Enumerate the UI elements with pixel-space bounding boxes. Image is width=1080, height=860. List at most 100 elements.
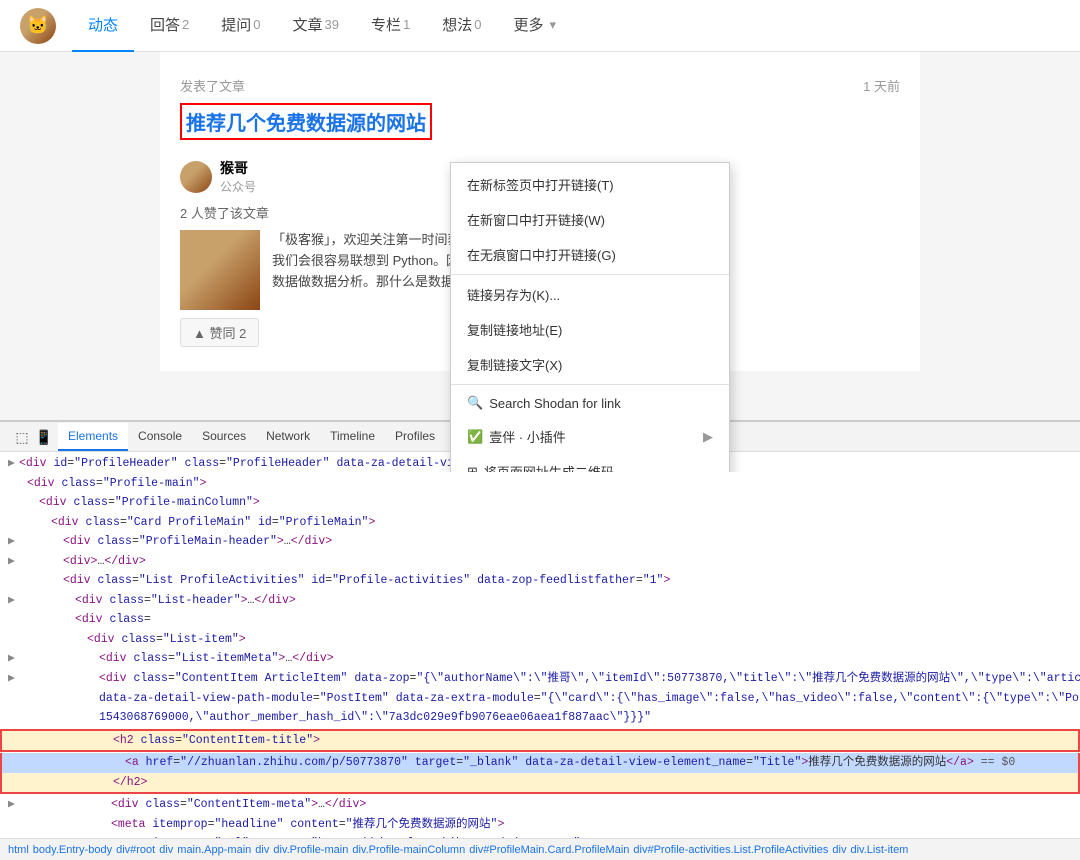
devtools-breadcrumb: html body.Entry-body div#root div main.A… [0,838,1080,860]
breadcrumb-activities[interactable]: div#Profile-activities.List.ProfileActiv… [633,844,828,856]
nav-tabs-container: 动态 回答 2 提问 0 文章 39 专栏 1 想法 0 更多 ▾ [72,0,572,52]
nav-tab-column[interactable]: 专栏 1 [355,0,426,52]
top-navigation: 🐱 动态 回答 2 提问 0 文章 39 专栏 1 想法 0 更多 ▾ [0,0,1080,52]
article-action-label: 发表了文章 [180,76,245,95]
devtools-panel: ⬚ 📱 Elements Console Sources Network Tim… [0,420,1080,860]
code-line: ▶ <div class= [0,610,1080,630]
nav-tab-label: 想法 [442,14,472,35]
devtools-code-view: ▶ <div id="ProfileHeader" class="Profile… [0,452,1080,838]
nav-tab-badge: 39 [325,17,339,32]
nav-tab-thought[interactable]: 想法 0 [426,0,497,52]
vote-button[interactable]: ▲ 赞同 2 [180,318,259,347]
context-menu-item-new-tab[interactable]: 在新标签页中打开链接(T) [451,167,729,202]
code-arrow[interactable]: ▶ [8,649,15,669]
code-line: ▶ <div class="Card ProfileMain" id="Prof… [0,513,1080,533]
selected-code-line-h2-open: ▶ <h2 class="ContentItem-title"> [0,729,1080,753]
article-thumbnail [180,230,260,310]
breadcrumb-profile-main-col[interactable]: div.Profile-mainColumn [352,844,465,856]
code-arrow[interactable]: ▶ [8,532,15,552]
code-arrow[interactable]: ▶ [8,795,15,815]
devtools-tab-elements[interactable]: Elements [58,423,128,451]
nav-tab-badge: 0 [253,17,260,32]
breadcrumb-html[interactable]: html [8,844,29,856]
nav-tab-badge: 0 [474,17,481,32]
user-avatar[interactable]: 🐱 [20,8,56,44]
nav-tab-article[interactable]: 文章 39 [277,0,355,52]
vote-label: ▲ 赞同 2 [193,323,246,342]
code-line: ▶ <div class="ProfileMain-header">…</div… [0,532,1080,552]
context-menu-divider-2 [451,384,729,385]
author-type: 公众号 [220,178,256,195]
selected-code-line-anchor: ▶ <a href="//zhuanlan.zhihu.com/p/507738… [0,753,1080,773]
nav-tab-badge: 1 [403,17,410,32]
breadcrumb-profile-card[interactable]: div#ProfileMain.Card.ProfileMain [469,844,629,856]
author-name: 猴哥 [220,158,256,178]
code-arrow[interactable]: ▶ [8,669,15,689]
code-line: ▶ <div class="List-header">…</div> [0,591,1080,611]
code-arrow[interactable]: ▶ [8,591,15,611]
code-line: ▶ <div class="List-item"> [0,630,1080,650]
context-menu-item-shodan[interactable]: 🔍 Search Shodan for link [451,387,729,419]
context-menu: 在新标签页中打开链接(T) 在新窗口中打开链接(W) 在无痕窗口中打开链接(G)… [450,162,730,472]
article-title-link[interactable]: 推荐几个免费数据源的网站 [180,103,432,140]
nav-tab-label: 提问 [221,14,251,35]
devtools-tab-profiles[interactable]: Profiles [385,423,445,451]
article-time-ago: 1 天前 [863,76,900,95]
context-menu-item-plugin[interactable]: ✅ 壹伴 · 小插件 ▶ [451,419,729,454]
submenu-arrow-icon: ▶ [703,429,713,445]
nav-tab-label: 文章 [293,14,323,35]
code-line: ▶ <div class="ContentItem ArticleItem" d… [0,669,1080,689]
context-menu-item-copy-text[interactable]: 复制链接文字(X) [451,347,729,382]
breadcrumb-div3[interactable]: div [832,844,846,856]
context-menu-item-qrcode[interactable]: ⊞ 将页面网址生成二维码 [451,454,729,472]
breadcrumb-body[interactable]: body.Entry-body [33,844,112,856]
device-mode-button[interactable]: 📱 [34,427,54,447]
devtools-tab-network[interactable]: Network [256,423,320,451]
code-line: ▶ <div class="Profile-mainColumn"> [0,493,1080,513]
breadcrumb-div1[interactable]: div [159,844,173,856]
devtools-tab-console[interactable]: Console [128,423,192,451]
nav-tab-badge: 2 [182,17,189,32]
context-menu-item-new-window[interactable]: 在新窗口中打开链接(W) [451,202,729,237]
chevron-down-icon: ▾ [550,17,557,33]
cursor-tool-button[interactable]: ⬚ [12,427,32,447]
code-line: ▶ data-za-detail-view-path-module="PostI… [0,689,1080,709]
article-title-container: 推荐几个免费数据源的网站 [180,103,900,150]
devtools-toolbar-icons: ⬚ 📱 [8,423,58,451]
devtools-tab-timeline[interactable]: Timeline [320,423,385,451]
nav-tab-label: 回答 [150,14,180,35]
breadcrumb-profile-main[interactable]: div.Profile-main [273,844,348,856]
shodan-icon: 🔍 [467,395,483,411]
code-line: ▶ <meta itemprop="headline" content="推荐几… [0,815,1080,835]
nav-tab-label: 更多 [514,14,544,35]
nav-tab-dongtai[interactable]: 动态 [72,0,134,52]
code-line: ▶ <div class="List-itemMeta">…</div> [0,649,1080,669]
context-menu-item-copy-link[interactable]: 复制链接地址(E) [451,312,729,347]
breadcrumb-list-item[interactable]: div.List-item [850,844,908,856]
breadcrumb-main[interactable]: main.App-main [177,844,251,856]
code-line: ▶ <div class="Profile-main"> [0,474,1080,494]
code-line: ▶ <div class="List ProfileActivities" id… [0,571,1080,591]
plugin-icon: ✅ [467,429,483,445]
breadcrumb-div2[interactable]: div [255,844,269,856]
article-meta-top: 发表了文章 1 天前 [180,76,900,95]
nav-tab-more[interactable]: 更多 ▾ [498,0,573,52]
nav-tab-twen[interactable]: 提问 0 [205,0,276,52]
page-content-area: 发表了文章 1 天前 推荐几个免费数据源的网站 猴哥 公众号 2 人赞了该文章 … [0,52,1080,472]
code-line: ▶ <div>…</div> [0,552,1080,572]
author-info: 猴哥 公众号 [220,158,256,195]
devtools-tab-sources[interactable]: Sources [192,423,256,451]
code-line: ▶ 1543068769000,\"author_member_hash_id\… [0,708,1080,728]
context-menu-item-incognito[interactable]: 在无痕窗口中打开链接(G) [451,237,729,272]
selected-code-line-h2-close: ▶ </h2> [0,773,1080,795]
context-menu-item-save-link[interactable]: 链接另存为(K)... [451,277,729,312]
context-menu-divider-1 [451,274,729,275]
code-line: ▶ <div class="ContentItem-meta">…</div> [0,795,1080,815]
code-arrow[interactable]: ▶ [8,552,15,572]
avatar-image: 🐱 [20,8,56,44]
qrcode-icon: ⊞ [467,464,478,473]
breadcrumb-root[interactable]: div#root [116,844,155,856]
nav-tab-huida[interactable]: 回答 2 [134,0,205,52]
code-arrow[interactable]: ▶ [8,454,15,474]
nav-tab-label: 动态 [88,14,118,35]
